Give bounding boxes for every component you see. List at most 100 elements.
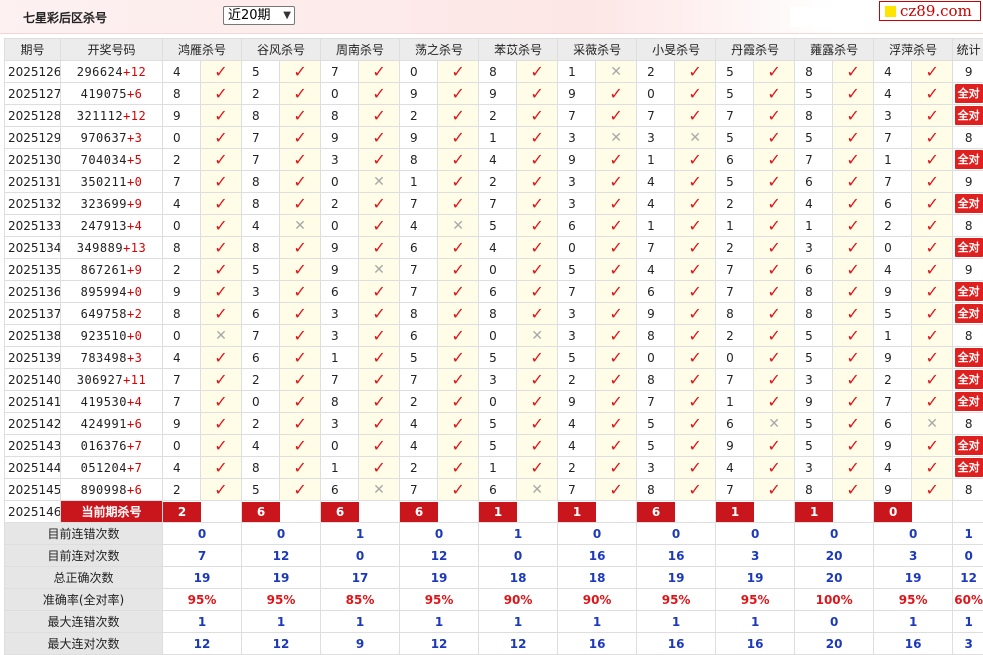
kill-pick-cell: 5 bbox=[874, 303, 912, 325]
header-expert-1[interactable]: 谷风杀号 bbox=[242, 39, 321, 61]
draw-number-cell: 350211+0 bbox=[61, 171, 163, 193]
header-expert-4[interactable]: 苯苡杀号 bbox=[479, 39, 558, 61]
period-cell: 2025133 bbox=[5, 215, 61, 237]
check-mark-icon: ✓ bbox=[925, 282, 938, 301]
kill-pick-cell: 1 bbox=[400, 171, 438, 193]
kill-pick-cell: 2 bbox=[242, 83, 280, 105]
stat-cell: 全对 bbox=[953, 303, 983, 325]
kill-number-table: 期号开奖号码鸿雁杀号谷风杀号周南杀号荡之杀号苯苡杀号采薇杀号小旻杀号丹霞杀号蕹露… bbox=[4, 38, 983, 655]
check-mark-icon: ✓ bbox=[451, 150, 464, 169]
result-cell: ✓ bbox=[596, 413, 637, 435]
check-mark-icon: ✓ bbox=[214, 260, 227, 279]
result-cell: ✓ bbox=[675, 347, 716, 369]
kill-pick-cell: 5 bbox=[795, 413, 833, 435]
result-cell: ✓ bbox=[912, 259, 953, 281]
check-mark-icon: ✓ bbox=[846, 128, 859, 147]
period-cell: 2025128 bbox=[5, 105, 61, 127]
table-row: 2025138923510+00✕7✓3✓6✓0✕3✓8✓2✓5✓1✓8 bbox=[5, 325, 983, 347]
check-mark-icon: ✓ bbox=[609, 414, 622, 433]
draw-number-cell: 016376+7 bbox=[61, 435, 163, 457]
result-cell: ✓ bbox=[517, 237, 558, 259]
table-row: 2025132323699+94✓8✓2✓7✓7✓3✓4✓2✓4✓6✓全对 bbox=[5, 193, 983, 215]
result-cell: ✓ bbox=[280, 83, 321, 105]
kill-pick-cell: 3 bbox=[558, 193, 596, 215]
draw-bonus: +12 bbox=[123, 109, 146, 123]
result-cell: ✓ bbox=[675, 83, 716, 105]
stat-count: 9 bbox=[965, 175, 973, 189]
current-kill-cell: 1 bbox=[558, 501, 637, 523]
stat-cell: 全对 bbox=[953, 83, 983, 105]
kill-pick-cell: 9 bbox=[479, 83, 517, 105]
stat-cell: 全对 bbox=[953, 457, 983, 479]
check-mark-icon: ✓ bbox=[293, 260, 306, 279]
period-select[interactable]: 近20期 ▼ bbox=[223, 6, 295, 25]
stats-value: 19 bbox=[400, 567, 479, 589]
check-mark-icon: ✓ bbox=[846, 414, 859, 433]
header-stat: 统计 bbox=[953, 39, 983, 61]
kill-pick-cell: 8 bbox=[637, 369, 675, 391]
check-mark-icon: ✓ bbox=[925, 238, 938, 257]
header-expert-9[interactable]: 浮萍杀号 bbox=[874, 39, 953, 61]
stats-value: 16 bbox=[558, 633, 637, 655]
draw-digits: 296624 bbox=[77, 65, 123, 79]
check-mark-icon: ✓ bbox=[767, 128, 780, 147]
header-expert-8[interactable]: 蕹露杀号 bbox=[795, 39, 874, 61]
draw-digits: 867261 bbox=[81, 263, 127, 277]
check-mark-icon: ✓ bbox=[451, 458, 464, 477]
site-logo[interactable]: cz89.com bbox=[879, 1, 981, 21]
stat-cell: 全对 bbox=[953, 391, 983, 413]
cross-mark-icon: ✕ bbox=[689, 130, 701, 146]
check-mark-icon: ✓ bbox=[214, 414, 227, 433]
kill-pick-cell: 7 bbox=[874, 127, 912, 149]
kill-pick-cell: 1 bbox=[479, 127, 517, 149]
draw-bonus: +13 bbox=[123, 241, 146, 255]
result-cell: ✓ bbox=[359, 193, 400, 215]
draw-digits: 306927 bbox=[77, 373, 123, 387]
check-mark-icon: ✓ bbox=[293, 480, 306, 499]
result-cell: ✕ bbox=[359, 479, 400, 501]
stats-value: 90% bbox=[558, 589, 637, 611]
check-mark-icon: ✓ bbox=[293, 106, 306, 125]
kill-pick-cell: 6 bbox=[242, 303, 280, 325]
draw-digits: 923510 bbox=[81, 329, 127, 343]
kill-pick-cell: 4 bbox=[242, 215, 280, 237]
kill-pick-cell: 5 bbox=[400, 347, 438, 369]
stats-value: 19 bbox=[716, 567, 795, 589]
result-cell: ✓ bbox=[596, 193, 637, 215]
result-cell: ✓ bbox=[359, 215, 400, 237]
result-cell: ✓ bbox=[201, 149, 242, 171]
kill-pick-cell: 3 bbox=[321, 413, 359, 435]
result-cell: ✓ bbox=[912, 193, 953, 215]
header-expert-5[interactable]: 采薇杀号 bbox=[558, 39, 637, 61]
draw-digits: 895994 bbox=[81, 285, 127, 299]
kill-pick-cell: 8 bbox=[479, 61, 517, 83]
result-cell: ✓ bbox=[912, 83, 953, 105]
kill-pick-cell: 5 bbox=[795, 347, 833, 369]
period-cell: 2025144 bbox=[5, 457, 61, 479]
period-cell: 2025145 bbox=[5, 479, 61, 501]
header-expert-2[interactable]: 周南杀号 bbox=[321, 39, 400, 61]
check-mark-icon: ✓ bbox=[372, 392, 385, 411]
result-cell: ✓ bbox=[754, 193, 795, 215]
kill-pick-cell: 0 bbox=[400, 61, 438, 83]
result-cell: ✓ bbox=[359, 83, 400, 105]
table-row: 2025142424991+69✓2✓3✓4✓5✓4✓5✓6✕5✓6✕8 bbox=[5, 413, 983, 435]
stats-value: 0 bbox=[795, 611, 874, 633]
header-expert-3[interactable]: 荡之杀号 bbox=[400, 39, 479, 61]
check-mark-icon: ✓ bbox=[767, 282, 780, 301]
draw-bonus: +7 bbox=[127, 461, 142, 475]
draw-number-cell: 349889+13 bbox=[61, 237, 163, 259]
result-cell: ✓ bbox=[675, 457, 716, 479]
kill-pick-cell: 9 bbox=[321, 127, 359, 149]
header-expert-7[interactable]: 丹霞杀号 bbox=[716, 39, 795, 61]
check-mark-icon: ✓ bbox=[688, 370, 701, 389]
header-expert-6[interactable]: 小旻杀号 bbox=[637, 39, 716, 61]
stats-value: 1 bbox=[163, 611, 242, 633]
check-mark-icon: ✓ bbox=[688, 172, 701, 191]
result-cell: ✓ bbox=[833, 259, 874, 281]
stats-label: 目前连对次数 bbox=[5, 545, 163, 567]
kill-pick-cell: 9 bbox=[637, 303, 675, 325]
check-mark-icon: ✓ bbox=[846, 436, 859, 455]
header-expert-0[interactable]: 鸿雁杀号 bbox=[163, 39, 242, 61]
check-mark-icon: ✓ bbox=[925, 150, 938, 169]
